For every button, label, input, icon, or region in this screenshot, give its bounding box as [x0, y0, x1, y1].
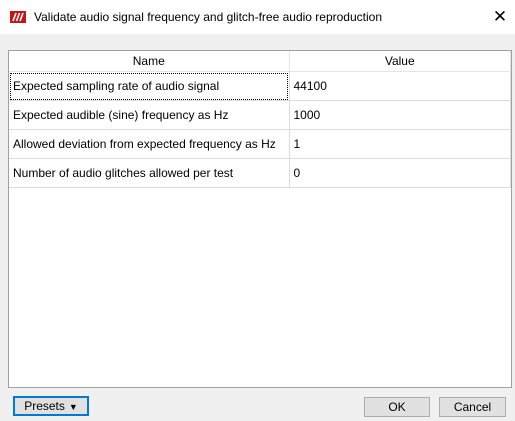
dropdown-arrow-icon: ▼	[68, 402, 78, 412]
row-name-cell[interactable]: Number of audio glitches allowed per tes…	[9, 158, 290, 188]
table-row[interactable]: Expected audible (sine) frequency as Hz …	[9, 100, 511, 130]
row-value-cell[interactable]: 1	[289, 129, 511, 159]
close-icon[interactable]: ✕	[485, 0, 515, 34]
title-bar: Validate audio signal frequency and glit…	[0, 0, 515, 34]
ok-button[interactable]: OK	[364, 397, 430, 417]
row-value-cell[interactable]: 44100	[289, 71, 511, 101]
row-value-cell[interactable]: 0	[289, 158, 511, 188]
row-name-cell[interactable]: Allowed deviation from expected frequenc…	[9, 129, 290, 159]
row-value-cell[interactable]: 1000	[289, 100, 511, 130]
column-header-name[interactable]: Name	[9, 51, 290, 72]
cancel-button[interactable]: Cancel	[439, 397, 506, 417]
window-title: Validate audio signal frequency and glit…	[34, 10, 383, 24]
row-name-cell[interactable]: Expected audible (sine) frequency as Hz	[9, 100, 290, 130]
table-row[interactable]: Number of audio glitches allowed per tes…	[9, 158, 511, 188]
row-name-cell[interactable]: Expected sampling rate of audio signal	[9, 71, 290, 101]
table-row[interactable]: Expected sampling rate of audio signal 4…	[9, 71, 511, 101]
properties-table: Name Value Expected sampling rate of aud…	[9, 51, 511, 188]
header-row: Name Value	[9, 51, 511, 72]
dialog-body: Name Value Expected sampling rate of aud…	[0, 34, 515, 421]
presets-dropdown-button[interactable]: Presets ▼	[13, 396, 89, 416]
app-logo-icon	[10, 11, 26, 23]
properties-grid: Name Value Expected sampling rate of aud…	[8, 50, 512, 388]
presets-label: Presets	[24, 399, 65, 413]
column-header-value[interactable]: Value	[289, 51, 511, 72]
table-row[interactable]: Allowed deviation from expected frequenc…	[9, 129, 511, 159]
